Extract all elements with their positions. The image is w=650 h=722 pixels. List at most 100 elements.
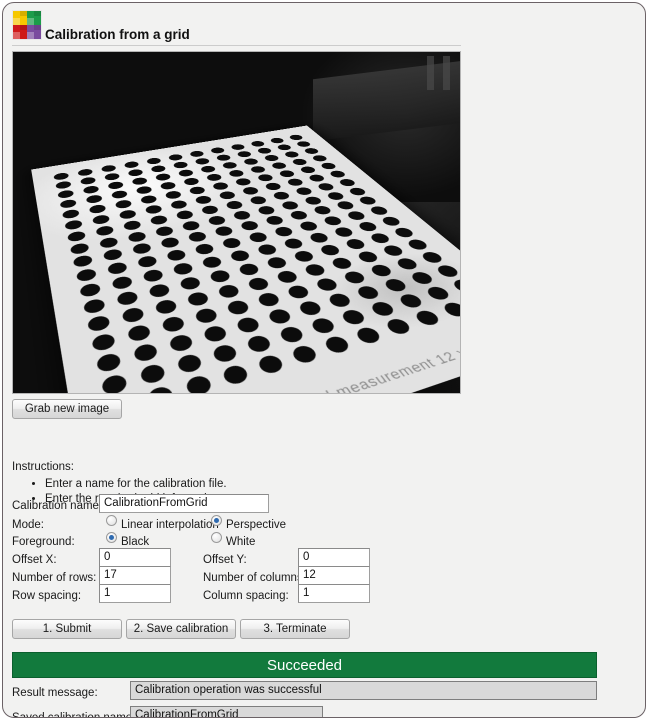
submit-button[interactable]: 1. Submit bbox=[12, 619, 122, 639]
calibration-dot bbox=[368, 232, 393, 245]
calibration-dot bbox=[290, 158, 309, 166]
calibration-dot bbox=[107, 180, 125, 191]
calibration-dot bbox=[123, 160, 140, 169]
calibration-dot bbox=[264, 215, 286, 227]
calibration-dot bbox=[147, 282, 172, 299]
calibration-dot bbox=[368, 299, 397, 318]
row-spacing-input[interactable]: 1 bbox=[99, 584, 171, 603]
calibration-dot bbox=[95, 224, 115, 237]
title-divider bbox=[12, 45, 461, 46]
calibration-dot bbox=[77, 168, 94, 177]
mode-option-perspective-label: Perspective bbox=[226, 519, 287, 531]
mode-radio-perspective[interactable] bbox=[211, 515, 222, 526]
calibration-dot bbox=[182, 177, 201, 187]
calibration-dot bbox=[61, 208, 81, 220]
calibration-dot bbox=[221, 161, 239, 170]
calibration-dot bbox=[355, 250, 381, 264]
calibration-grid-image[interactable]: Grid measurement 12 x 12 / 5 cm bbox=[12, 51, 461, 394]
calibration-dot bbox=[312, 205, 334, 216]
calibration-dot bbox=[100, 372, 129, 393]
calibration-dot bbox=[90, 332, 117, 353]
foreground-option-black-label: Black bbox=[121, 536, 150, 548]
calibration-dot bbox=[296, 299, 324, 317]
calibration-dot bbox=[227, 169, 246, 178]
calibration-dot bbox=[199, 204, 220, 216]
calibration-dot bbox=[139, 194, 159, 205]
offset-y-input[interactable]: 0 bbox=[298, 548, 370, 567]
calibration-dot bbox=[408, 270, 436, 286]
calibration-dot bbox=[115, 290, 140, 307]
calibration-dot bbox=[199, 165, 218, 174]
grab-new-image-button[interactable]: Grab new image bbox=[12, 399, 122, 419]
foreground-radio-white[interactable] bbox=[211, 532, 222, 543]
calibration-dot bbox=[306, 173, 327, 183]
calibration-dot bbox=[126, 230, 148, 243]
foreground-radio-black[interactable] bbox=[106, 532, 117, 543]
calibration-dot bbox=[353, 325, 384, 345]
calibration-dot bbox=[169, 199, 189, 210]
calibration-dot bbox=[282, 237, 306, 251]
calibration-dot bbox=[177, 168, 195, 178]
calibration-dot bbox=[159, 236, 181, 250]
calibration-dot bbox=[98, 236, 119, 249]
saved-calibration-name-label: Saved calibration name: bbox=[12, 712, 136, 718]
calibration-dot bbox=[392, 226, 417, 239]
calibration-dot bbox=[205, 173, 224, 182]
calibration-dot bbox=[82, 185, 100, 195]
calibration-dot bbox=[449, 277, 460, 294]
calibration-dot bbox=[329, 256, 355, 271]
column-spacing-input[interactable]: 1 bbox=[298, 584, 370, 603]
calibration-dot bbox=[103, 172, 121, 182]
calibration-dot bbox=[412, 308, 443, 327]
calibration-dot bbox=[206, 214, 228, 226]
calibration-dot bbox=[266, 307, 294, 326]
calibration-dot bbox=[256, 173, 275, 183]
calibration-dot bbox=[85, 194, 104, 205]
calibration-dot bbox=[153, 298, 179, 316]
calibration-dot bbox=[72, 254, 94, 269]
calibration-dot bbox=[239, 220, 261, 232]
calibration-dot bbox=[256, 147, 274, 155]
calibration-dot bbox=[149, 164, 167, 174]
calibration-dot bbox=[268, 137, 286, 145]
calibration-dot bbox=[79, 282, 102, 299]
number-of-columns-input[interactable]: 12 bbox=[298, 566, 370, 585]
status-banner: Succeeded bbox=[12, 652, 597, 678]
calibration-dot bbox=[208, 268, 233, 285]
calibration-dot bbox=[326, 291, 354, 309]
calibration-dot bbox=[193, 194, 214, 205]
offset-x-input[interactable]: 0 bbox=[99, 548, 171, 567]
calibration-dot bbox=[262, 154, 281, 162]
calibration-dot bbox=[216, 283, 242, 300]
save-calibration-button[interactable]: 2. Save calibration bbox=[126, 619, 236, 639]
calibration-dot bbox=[193, 306, 220, 325]
saved-calibration-name-value: CalibrationFromGrid bbox=[130, 706, 323, 717]
calibration-dot bbox=[380, 244, 406, 258]
calibration-dot bbox=[75, 267, 98, 283]
terminate-button[interactable]: 3. Terminate bbox=[240, 619, 350, 639]
foreground-label: Foreground: bbox=[12, 536, 75, 548]
number-of-rows-label: Number of rows: bbox=[12, 572, 97, 584]
calibration-dot bbox=[111, 275, 134, 291]
calibration-dot bbox=[64, 219, 84, 231]
mode-radio-linear-interpolation[interactable] bbox=[106, 515, 117, 526]
calibration-dot bbox=[339, 307, 368, 327]
calibration-dot bbox=[381, 277, 410, 293]
calibration-dot bbox=[164, 190, 183, 200]
calibration-dot bbox=[159, 181, 178, 191]
calibration-dot bbox=[55, 180, 72, 190]
calibration-dot-grid bbox=[48, 133, 460, 393]
calibration-dot bbox=[136, 254, 159, 270]
calibration-plate: Grid measurement 12 x 12 / 5 cm bbox=[31, 125, 460, 393]
calibration-dot bbox=[188, 150, 206, 158]
calibration-dot bbox=[167, 153, 185, 162]
calibration-dot bbox=[131, 242, 153, 256]
calibration-dot bbox=[327, 169, 348, 179]
calibration-dot bbox=[307, 231, 331, 245]
color-grid-icon bbox=[12, 10, 42, 40]
calibration-name-input[interactable]: CalibrationFromGrid bbox=[99, 494, 269, 513]
calibration-dot bbox=[91, 213, 111, 226]
calibration-dot bbox=[319, 161, 338, 171]
calibration-dot bbox=[193, 242, 216, 256]
number-of-rows-input[interactable]: 17 bbox=[99, 566, 171, 585]
